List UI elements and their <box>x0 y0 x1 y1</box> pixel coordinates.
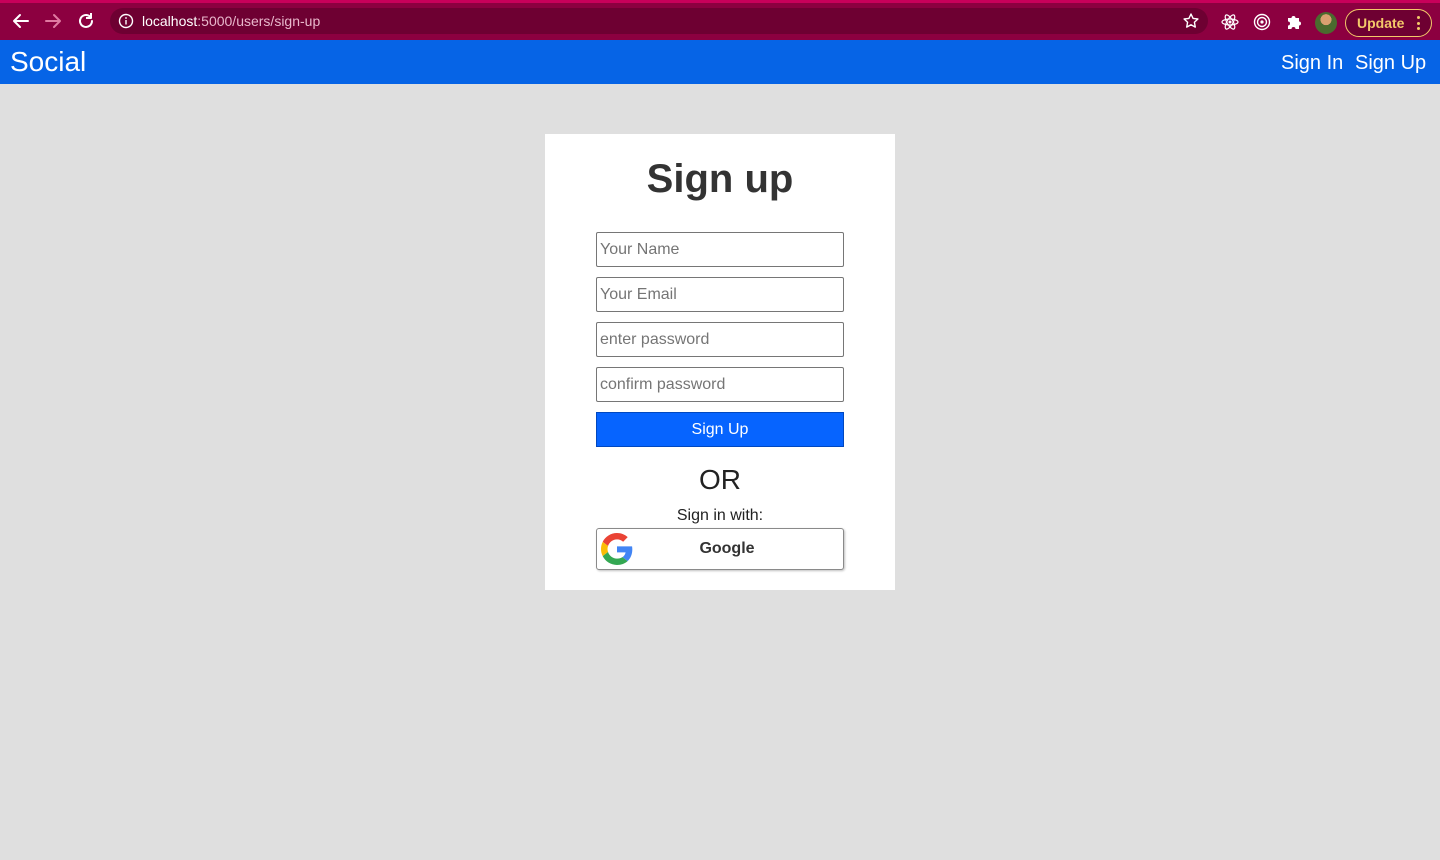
update-button[interactable]: Update <box>1345 9 1432 37</box>
page-title: Sign up <box>646 157 794 201</box>
kebab-menu-icon[interactable] <box>1417 16 1421 30</box>
or-divider: OR <box>699 464 741 495</box>
update-label: Update <box>1357 15 1405 31</box>
brand-logo[interactable]: Social <box>10 46 86 78</box>
star-icon[interactable] <box>1182 12 1200 30</box>
info-icon[interactable] <box>118 13 134 29</box>
browser-toolbar: localhost:5000/users/sign-up Update <box>0 0 1440 40</box>
google-button-label: Google <box>699 540 755 557</box>
forward-arrow-icon[interactable] <box>41 9 65 33</box>
target-extension-icon[interactable] <box>1253 13 1271 31</box>
url-text: localhost:5000/users/sign-up <box>142 13 320 29</box>
app-navbar: Social Sign In Sign Up <box>0 40 1440 84</box>
nav-sign-in-link[interactable]: Sign In <box>1281 51 1343 75</box>
reload-icon[interactable] <box>74 9 98 33</box>
name-field[interactable] <box>596 232 844 267</box>
sign-in-with-label: Sign in with: <box>676 507 764 524</box>
url-host: localhost <box>142 13 198 29</box>
back-arrow-icon[interactable] <box>9 9 33 33</box>
nav-sign-up-link[interactable]: Sign Up <box>1355 51 1426 75</box>
address-bar[interactable]: localhost:5000/users/sign-up <box>110 8 1208 34</box>
signup-card: Sign up Sign Up OR Sign in with: Google <box>545 134 895 590</box>
password-field[interactable] <box>596 322 844 357</box>
url-path: :5000/users/sign-up <box>197 13 321 29</box>
confirm-password-field[interactable] <box>596 367 844 402</box>
profile-avatar[interactable] <box>1315 12 1337 34</box>
email-field[interactable] <box>596 277 844 312</box>
sign-up-button[interactable]: Sign Up <box>596 412 844 447</box>
google-sign-in-button[interactable]: Google <box>596 528 844 570</box>
puzzle-extension-icon[interactable] <box>1285 13 1303 31</box>
react-extension-icon[interactable] <box>1221 13 1239 31</box>
